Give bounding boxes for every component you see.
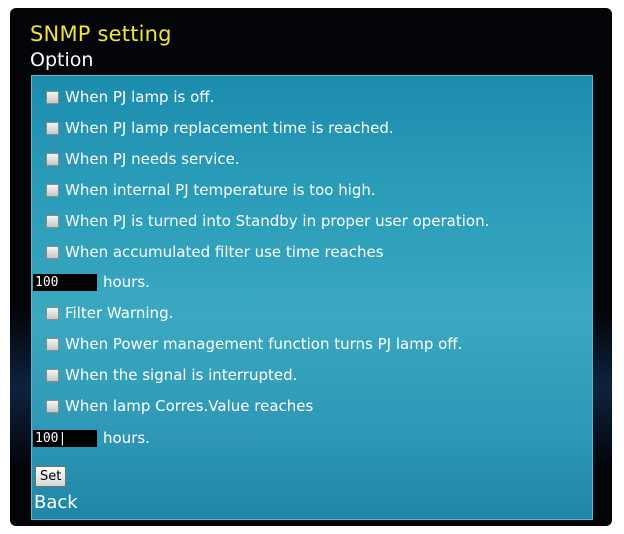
option-filter-time[interactable]: When accumulated filter use time reaches [46,242,384,262]
option-filter-warning[interactable]: Filter Warning. [46,303,173,323]
checkbox-needs-service[interactable] [46,152,59,166]
hours-unit-label: hours. [103,429,150,447]
option-label: When lamp Corres.Value reaches [65,397,314,415]
option-label: When accumulated filter use time reaches [65,243,384,261]
option-label: When PJ needs service. [65,150,240,168]
checkbox-lamp-corres[interactable] [46,399,59,413]
filter-hours-input[interactable] [33,273,97,291]
page-title: SNMP setting [30,22,172,46]
option-temperature-high[interactable]: When internal PJ temperature is too high… [46,180,376,200]
option-power-management[interactable]: When Power management function turns PJ … [46,334,462,354]
lamp-hours-row: hours. [33,428,150,448]
option-needs-service[interactable]: When PJ needs service. [46,149,240,169]
set-button[interactable]: Set [35,466,67,487]
options-panel: When PJ lamp is off. When PJ lamp replac… [31,75,593,520]
hours-unit-label: hours. [103,273,150,291]
option-label: When internal PJ temperature is too high… [65,181,376,199]
option-lamp-replacement[interactable]: When PJ lamp replacement time is reached… [46,118,394,138]
section-title: Option [30,49,94,71]
back-link[interactable]: Back [34,492,78,514]
checkbox-standby[interactable] [46,214,59,228]
option-lamp-corres[interactable]: When lamp Corres.Value reaches [46,396,313,416]
checkbox-temperature-high[interactable] [46,183,59,197]
option-label: When PJ lamp is off. [65,88,215,106]
checkbox-filter-time[interactable] [46,245,59,259]
option-label: When PJ is turned into Standby in proper… [65,212,490,230]
filter-hours-row: hours. [33,272,150,292]
snmp-settings-window: SNMP setting Option When PJ lamp is off.… [10,8,612,526]
checkbox-signal-interrupted[interactable] [46,368,59,382]
checkbox-lamp-off[interactable] [46,90,59,104]
option-label: When PJ lamp replacement time is reached… [65,119,394,137]
option-signal-interrupted[interactable]: When the signal is interrupted. [46,365,297,385]
option-label: When Power management function turns PJ … [65,335,463,353]
checkbox-lamp-replacement[interactable] [46,121,59,135]
option-standby[interactable]: When PJ is turned into Standby in proper… [46,211,489,231]
option-label: Filter Warning. [65,304,174,322]
checkbox-power-management[interactable] [46,337,59,351]
option-label: When the signal is interrupted. [65,366,298,384]
option-lamp-off[interactable]: When PJ lamp is off. [46,87,214,107]
checkbox-filter-warning[interactable] [46,306,59,320]
lamp-hours-input[interactable] [33,429,97,447]
